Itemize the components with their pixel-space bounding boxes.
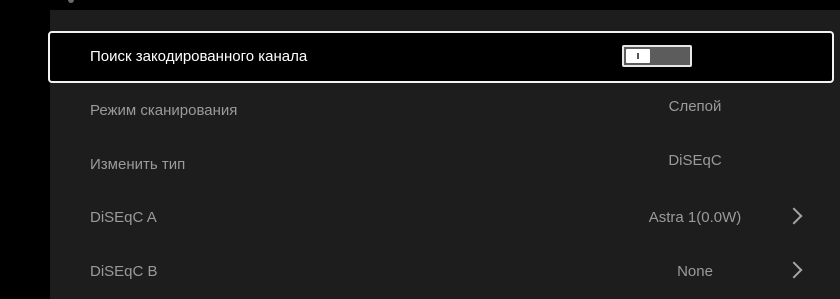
toggle-knob bbox=[626, 49, 650, 63]
row-value: Слепой bbox=[668, 98, 722, 115]
row-label: Изменить тип bbox=[90, 156, 186, 173]
scramble-channel-search-row[interactable]: Поиск закодированного канала bbox=[48, 31, 834, 83]
row-label: DiSEqC A bbox=[90, 209, 157, 226]
scan-mode-row[interactable]: Режим сканирования Слепой bbox=[50, 84, 840, 138]
row-label: Режим сканирования bbox=[90, 102, 238, 119]
row-value: None bbox=[677, 263, 713, 280]
row-label: Поиск закодированного канала bbox=[90, 48, 308, 65]
change-type-row[interactable]: Изменить тип DiSEqC bbox=[50, 138, 840, 192]
scramble-search-toggle[interactable] bbox=[622, 45, 692, 67]
scroll-indicator bbox=[60, 0, 100, 6]
row-value: DiSEqC bbox=[668, 152, 722, 169]
diseqc-a-row[interactable]: DiSEqC A Astra 1(0.0W) bbox=[50, 191, 840, 245]
row-value: Astra 1(0.0W) bbox=[648, 209, 742, 226]
tv-settings-screen: Поиск закодированного канала Режим скани… bbox=[0, 0, 840, 299]
diseqc-b-row[interactable]: DiSEqC B None bbox=[50, 245, 840, 299]
row-label: DiSEqC B bbox=[90, 263, 158, 280]
